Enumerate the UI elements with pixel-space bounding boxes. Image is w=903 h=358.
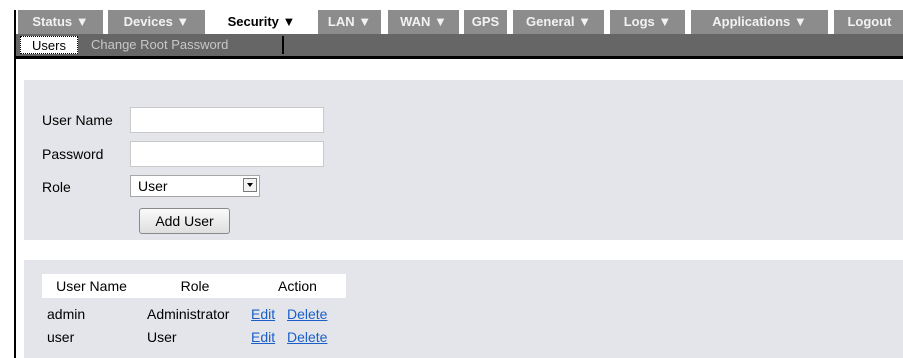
tab-logs[interactable]: Logs ▼ <box>610 10 685 34</box>
top-nav: Status ▼ Devices ▼ Security ▼ LAN ▼ WAN … <box>16 10 903 36</box>
subtab-users[interactable]: Users <box>20 36 78 54</box>
header-username: User Name <box>56 278 127 294</box>
username-input[interactable] <box>130 107 324 133</box>
row-1-delete-link[interactable]: Delete <box>287 328 327 346</box>
tab-gps[interactable]: GPS <box>464 10 507 34</box>
nav-bottom-border <box>16 56 903 59</box>
row-1-username: user <box>47 329 75 345</box>
password-label: Password <box>42 146 104 162</box>
tab-wan[interactable]: WAN ▼ <box>388 10 459 34</box>
tab-devices[interactable]: Devices ▼ <box>108 10 205 34</box>
subnav-divider <box>282 36 284 54</box>
row-0-edit-link[interactable]: Edit <box>251 305 275 323</box>
tab-applications[interactable]: Applications ▼ <box>691 10 828 34</box>
app-frame: Status ▼ Devices ▼ Security ▼ LAN ▼ WAN … <box>14 10 903 358</box>
tab-status[interactable]: Status ▼ <box>18 10 103 34</box>
header-action: Action <box>278 278 317 294</box>
row-0-role: Administrator <box>147 306 230 322</box>
add-user-button[interactable]: Add User <box>139 208 230 234</box>
row-0-delete-link[interactable]: Delete <box>287 305 327 323</box>
header-role: Role <box>180 278 210 294</box>
username-label: User Name <box>42 112 113 128</box>
chevron-down-icon[interactable] <box>243 178 257 192</box>
users-table-header: User Name Role Action <box>42 274 346 298</box>
role-select-value: User <box>138 178 168 194</box>
role-label: Role <box>42 179 71 195</box>
users-list-panel: User Name Role Action admin Administrato… <box>24 260 903 358</box>
password-input[interactable] <box>130 141 324 167</box>
tab-logout[interactable]: Logout <box>834 10 903 34</box>
role-select[interactable]: User <box>130 175 260 197</box>
sub-nav: Users Change Root Password <box>16 34 903 56</box>
subtab-change-root-password[interactable]: Change Root Password <box>88 36 282 54</box>
tab-security[interactable]: Security ▼ <box>211 10 312 36</box>
row-1-role: User <box>147 329 177 345</box>
tab-lan[interactable]: LAN ▼ <box>318 10 381 34</box>
add-user-panel: User Name Password Role User Add User <box>24 80 903 240</box>
row-1-edit-link[interactable]: Edit <box>251 328 275 346</box>
row-0-username: admin <box>47 306 86 322</box>
tab-general[interactable]: General ▼ <box>513 10 604 34</box>
